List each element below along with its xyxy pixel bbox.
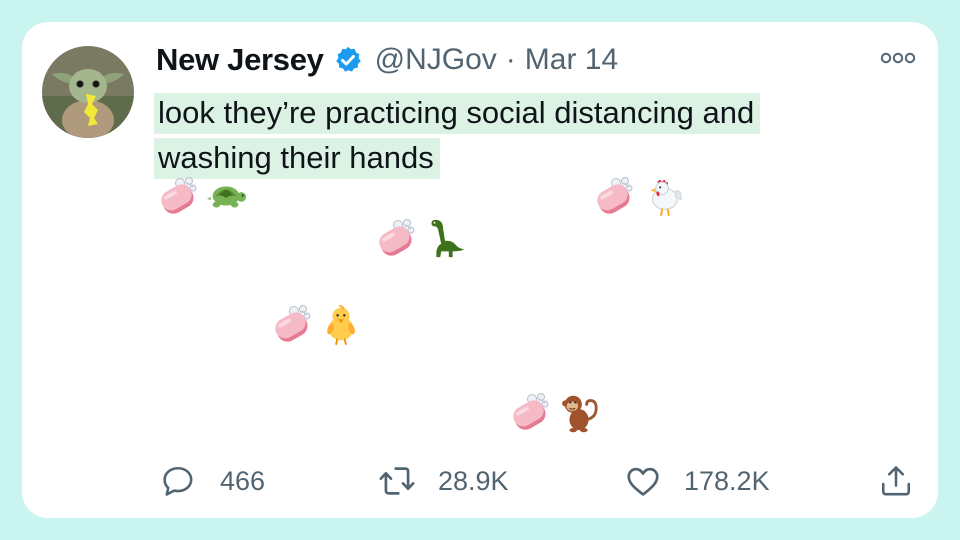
reply-button[interactable]: 466	[160, 458, 265, 504]
share-icon	[881, 466, 911, 496]
emoji-pair-sauropod	[376, 214, 466, 262]
soap-icon	[594, 174, 638, 218]
turtle-icon	[206, 175, 248, 217]
like-count: 178.2K	[684, 465, 770, 496]
verified-badge-icon	[335, 46, 361, 72]
emoji-pair-monkey	[510, 388, 600, 436]
sauropod-icon	[424, 217, 466, 259]
retweet-count: 28.9K	[438, 465, 509, 496]
soap-icon	[510, 390, 554, 434]
reply-count: 466	[220, 465, 266, 496]
header-separator: ·	[505, 43, 516, 76]
rooster-icon	[642, 175, 684, 217]
tweet-text-line-1: look they’re practicing social distancin…	[154, 93, 761, 134]
emoji-pair-turtle	[158, 172, 248, 220]
avatar-image	[42, 46, 134, 138]
like-button[interactable]: 178.2K	[624, 458, 770, 504]
tweet-card[interactable]: New Jersey @NJGov · Mar 14 look they’re …	[22, 22, 938, 518]
soap-icon	[376, 216, 420, 260]
reply-icon	[163, 466, 193, 496]
soap-icon	[158, 174, 202, 218]
emoji-pair-chick	[272, 300, 362, 348]
more-options-icon[interactable]	[880, 48, 916, 68]
tweet-actions: 466 28.9K 178.2K	[22, 458, 938, 504]
tweet-text: look they’re practicing social distancin…	[154, 90, 874, 180]
author-handle[interactable]: @NJGov	[375, 43, 497, 77]
monkey-icon	[558, 391, 600, 433]
retweet-button[interactable]: 28.9K	[378, 458, 509, 504]
chick-icon	[320, 303, 362, 345]
avatar[interactable]	[42, 46, 134, 138]
emoji-pair-rooster	[594, 172, 684, 220]
retweet-icon	[379, 467, 415, 495]
share-button[interactable]	[878, 458, 914, 504]
soap-icon	[272, 302, 316, 346]
tweet-header: New Jersey @NJGov · Mar 14	[156, 38, 618, 82]
tweet-date[interactable]: Mar 14	[525, 43, 618, 77]
author-name[interactable]: New Jersey	[156, 42, 324, 78]
heart-icon	[627, 467, 659, 496]
